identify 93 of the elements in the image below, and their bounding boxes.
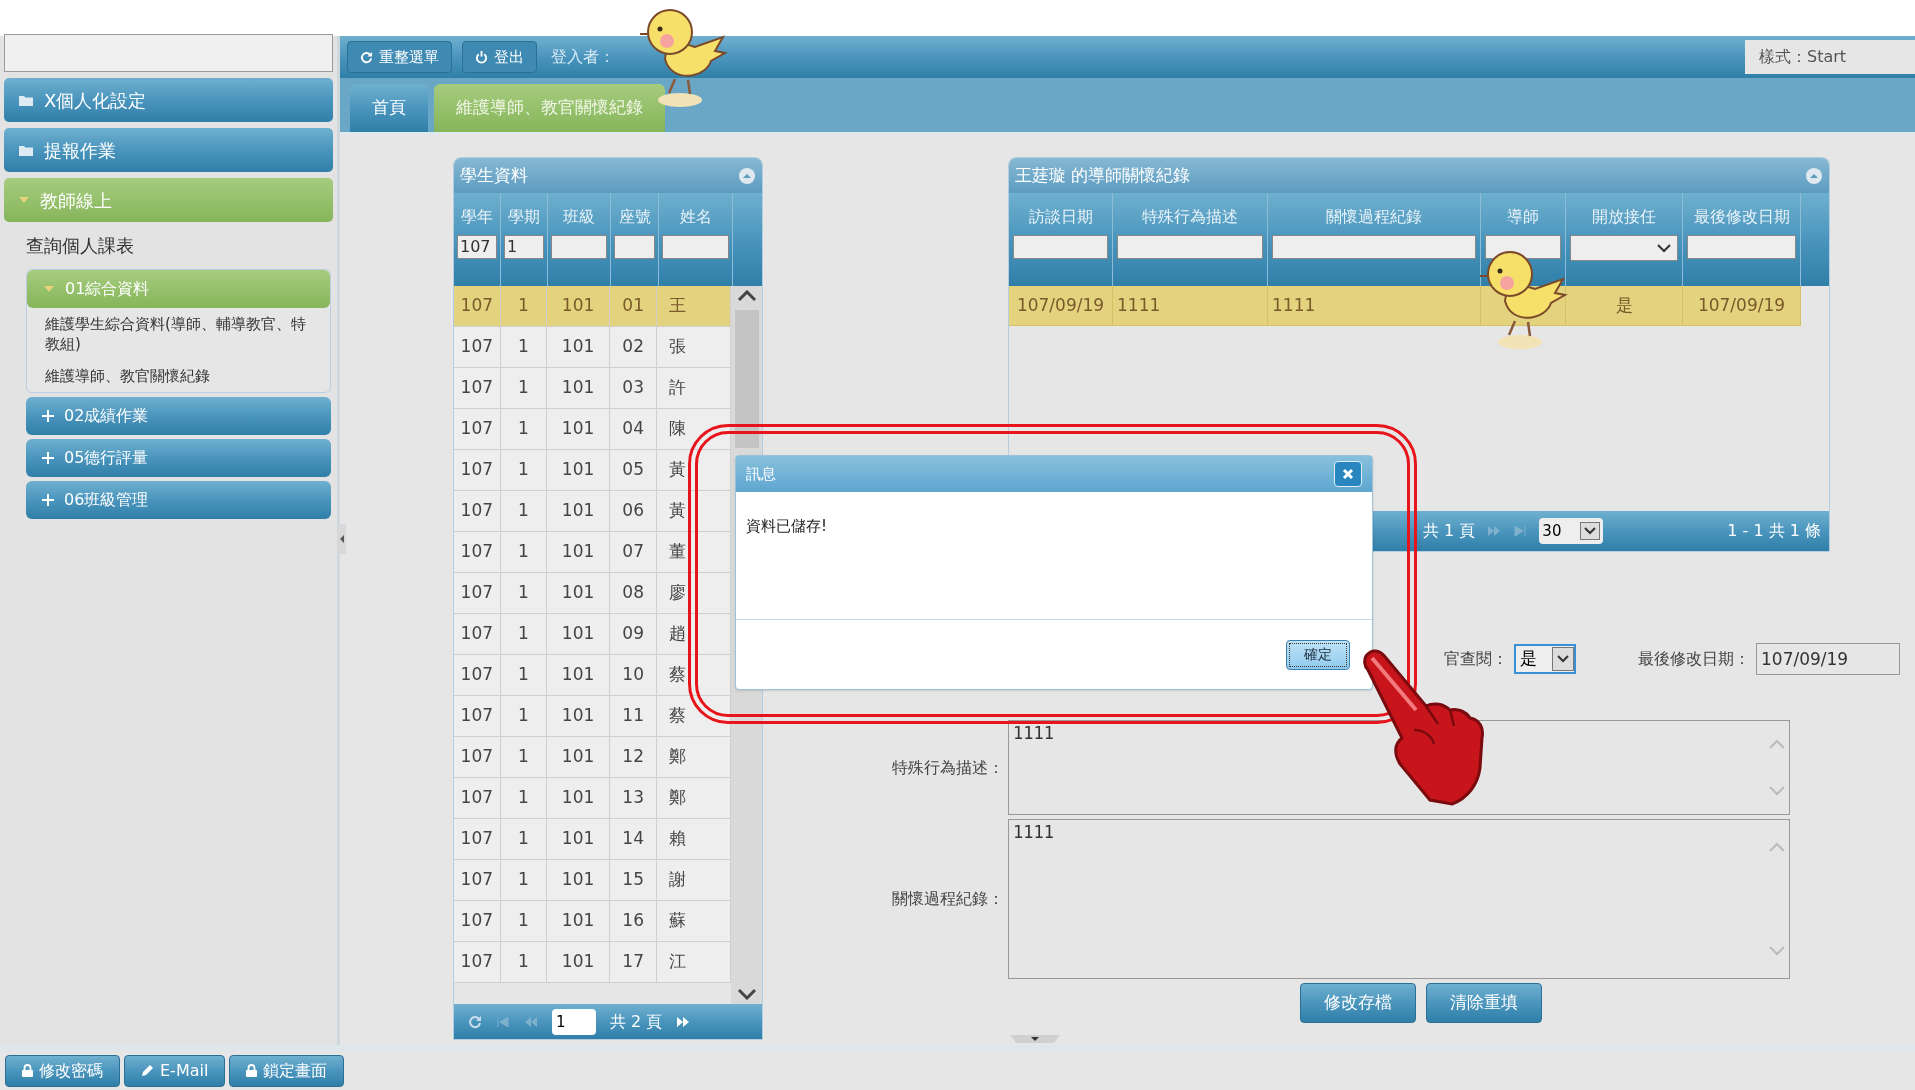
table-cell: 1111 xyxy=(1113,286,1268,325)
table-cell: 1 xyxy=(500,532,548,572)
field-label: 最後修改日期： xyxy=(1638,648,1750,671)
table-cell: 101 xyxy=(547,573,610,613)
table-cell: 04 xyxy=(609,409,658,449)
table-cell: 13 xyxy=(609,778,658,818)
table-cell: 101 xyxy=(547,942,610,982)
table-cell: 1 xyxy=(500,778,548,818)
table-cell: 101 xyxy=(547,450,610,490)
table-cell: 107/09/19 xyxy=(1009,286,1113,325)
table-cell: 107 xyxy=(454,737,501,777)
table-cell: 107 xyxy=(454,286,501,326)
table-cell: 11 xyxy=(609,696,658,736)
table-cell: 1 xyxy=(500,614,548,654)
menu-section-label: 提報作業 xyxy=(44,138,116,163)
table-cell: 101 xyxy=(547,532,610,572)
table-cell: 107 xyxy=(454,901,501,941)
table-cell: 101 xyxy=(547,614,610,654)
table-cell: 107 xyxy=(454,942,501,982)
table-cell: 101 xyxy=(547,409,610,449)
table-cell: 1 xyxy=(500,368,548,408)
table-cell: 107 xyxy=(454,655,501,695)
table-cell: 101 xyxy=(547,860,610,900)
table-cell: 15 xyxy=(609,860,658,900)
table-cell: 107 xyxy=(454,573,501,613)
table-cell: 1 xyxy=(500,860,548,900)
table-cell: 101 xyxy=(547,778,610,818)
menu-section-label: 教師線上 xyxy=(40,188,112,213)
table-cell: 101 xyxy=(547,819,610,859)
table-cell: 1 xyxy=(500,696,548,736)
table-cell: 10 xyxy=(609,655,658,695)
table-cell: 107 xyxy=(454,491,501,531)
table-cell: 101 xyxy=(547,286,610,326)
table-cell: 14 xyxy=(609,819,658,859)
page-count: 共 1 頁 xyxy=(1423,520,1476,543)
table-cell: 08 xyxy=(609,573,658,613)
table-cell: 05 xyxy=(609,450,658,490)
table-cell: 107 xyxy=(454,819,501,859)
table-cell: 1 xyxy=(500,573,548,613)
table-cell: 03 xyxy=(609,368,658,408)
table-cell: 107 xyxy=(454,614,501,654)
panel-title: 學生資料 xyxy=(460,163,528,187)
table-cell: 17 xyxy=(609,942,658,982)
table-cell: 12 xyxy=(609,737,658,777)
menu-group-label: 01綜合資料 xyxy=(65,278,150,300)
table-cell: 107 xyxy=(454,696,501,736)
menu-group-label: 06班級管理 xyxy=(64,489,149,511)
table-cell: 是 xyxy=(1566,286,1683,325)
table-cell: 101 xyxy=(547,327,610,367)
table-cell: 1 xyxy=(500,491,548,531)
table-cell: 107 xyxy=(454,450,501,490)
table-cell: 1 xyxy=(500,286,548,326)
field-label: 特殊行為描述： xyxy=(891,756,1005,779)
field-label: 官查閱： xyxy=(1444,648,1508,671)
table-cell: 107 xyxy=(454,778,501,818)
menu-group-label: 05德行評量 xyxy=(64,447,149,469)
menu-section-label: X個人化設定 xyxy=(44,88,147,113)
table-cell: 16 xyxy=(609,901,658,941)
table-cell: 07 xyxy=(609,532,658,572)
table-cell: 101 xyxy=(547,368,610,408)
table-cell: 107 xyxy=(454,532,501,572)
user-label: 登入者： xyxy=(551,46,615,68)
table-cell: 101 xyxy=(547,491,610,531)
menu-group-label: 02成績作業 xyxy=(64,405,149,427)
table-cell: 107 xyxy=(454,327,501,367)
table-cell: 1 xyxy=(500,450,548,490)
table-cell: 1 xyxy=(500,942,548,982)
field-label: 關懷過程紀錄： xyxy=(891,888,1005,911)
table-cell: 1 xyxy=(500,655,548,695)
record-summary: 1 - 1 共 1 條 xyxy=(1727,520,1821,543)
table-cell: 101 xyxy=(547,737,610,777)
table-cell: 09 xyxy=(609,614,658,654)
table-cell: 1111 xyxy=(1268,286,1481,325)
panel-title: 王莛璇 的導師關懷紀錄 xyxy=(1015,163,1191,187)
table-cell: 1 xyxy=(500,901,548,941)
style-label: 樣式：Start xyxy=(1745,40,1915,74)
table-cell: 1 xyxy=(500,737,548,777)
table-cell: 01 xyxy=(609,286,658,326)
table-cell: 107/09/19 xyxy=(1683,286,1801,325)
table-cell: 101 xyxy=(547,901,610,941)
table-cell: 101 xyxy=(547,696,610,736)
table-cell: 107 xyxy=(454,860,501,900)
table-cell: 06 xyxy=(609,491,658,531)
table-cell: 1 xyxy=(500,819,548,859)
table-cell: 107 xyxy=(454,409,501,449)
page-count: 共 2 頁 xyxy=(610,1010,663,1033)
table-cell: 02 xyxy=(609,327,658,367)
table-cell: 1 xyxy=(500,327,548,367)
table-cell: 101 xyxy=(547,655,610,695)
table-cell: 107 xyxy=(454,368,501,408)
table-cell: 1 xyxy=(500,409,548,449)
dialog-title: 訊息 xyxy=(746,463,776,485)
dialog-message: 資料已儲存! xyxy=(746,517,827,535)
